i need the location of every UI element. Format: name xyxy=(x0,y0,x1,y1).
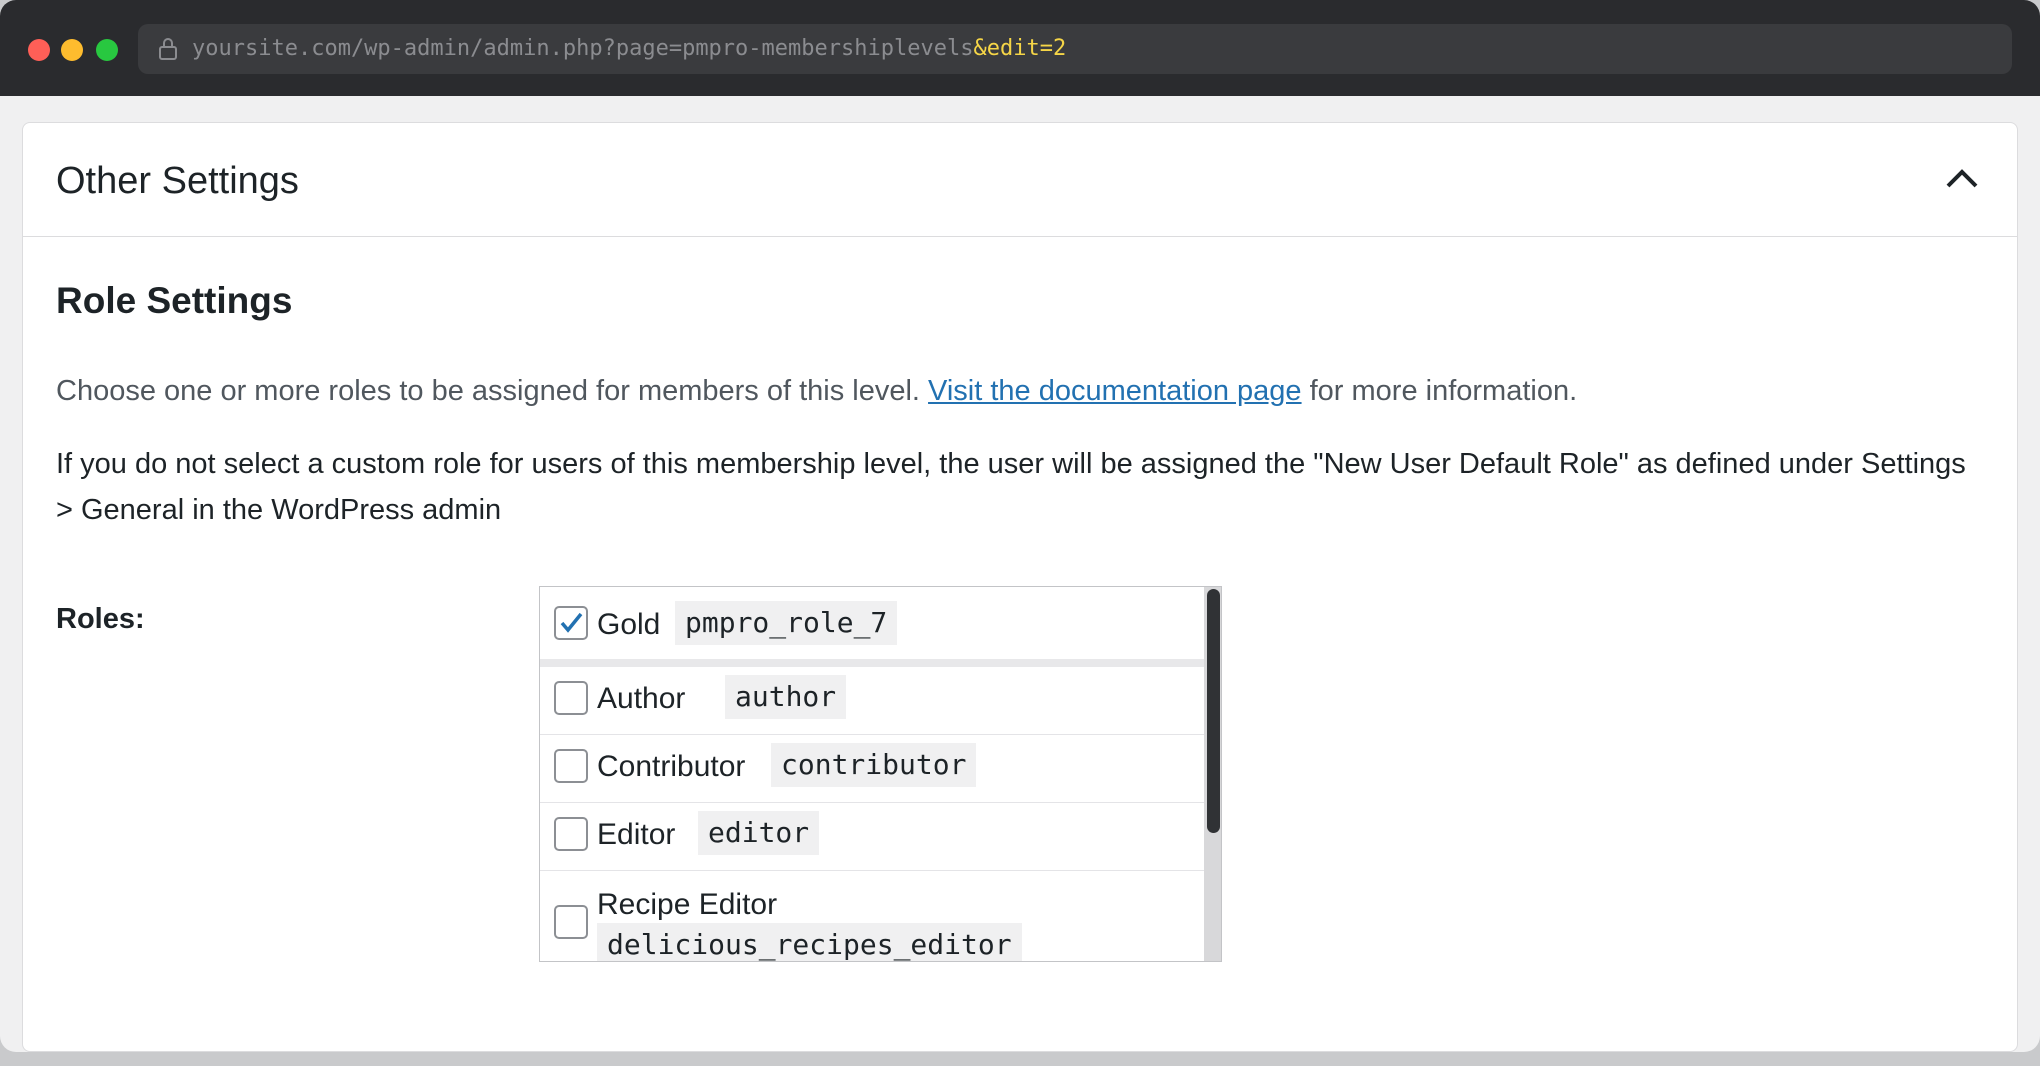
lock-icon xyxy=(159,38,177,60)
panel-title: Other Settings xyxy=(56,160,299,202)
role-slug: pmpro_role_7 xyxy=(675,601,898,645)
desc-after: for more information. xyxy=(1301,375,1578,407)
url-text: yoursite.com/wp-admin/admin.php?page=pmp… xyxy=(192,36,1066,62)
row-separator xyxy=(540,659,1204,667)
role-slug: contributor xyxy=(771,743,977,787)
minimize-window-button[interactable] xyxy=(61,39,83,61)
role-name: Gold xyxy=(597,608,661,641)
panel-header[interactable]: Other Settings xyxy=(23,123,2017,237)
role-checkbox[interactable] xyxy=(554,749,588,783)
browser-titlebar: yoursite.com/wp-admin/admin.php?page=pmp… xyxy=(0,0,2040,96)
other-settings-panel: Other Settings Role Settings Choose one … xyxy=(22,122,2018,1052)
address-bar[interactable]: yoursite.com/wp-admin/admin.php?page=pmp… xyxy=(138,24,2012,74)
role-name: Recipe Editor xyxy=(597,888,778,921)
roles-list[interactable]: Gold pmpro_role_7 Author author Contribu… xyxy=(539,586,1222,962)
role-name: Contributor xyxy=(597,750,746,783)
role-slug: author xyxy=(725,675,847,719)
role-item[interactable]: Contributor contributor xyxy=(540,735,1204,803)
role-item[interactable]: Author author xyxy=(540,667,1204,735)
role-checkbox[interactable] xyxy=(554,817,588,851)
url-main: yoursite.com/wp-admin/admin.php?page=pmp… xyxy=(192,36,974,61)
role-slug: delicious_recipes_editor xyxy=(597,923,1022,961)
default-role-note: If you do not select a custom role for u… xyxy=(56,448,1966,526)
role-description: Choose one or more roles to be assigned … xyxy=(56,373,1577,409)
browser-window: yoursite.com/wp-admin/admin.php?page=pmp… xyxy=(0,0,2040,1052)
desc-before: Choose one or more roles to be assigned … xyxy=(56,375,929,407)
documentation-link[interactable]: Visit the documentation page xyxy=(928,375,1302,407)
roles-label: Roles: xyxy=(56,603,145,635)
role-name: Author xyxy=(597,682,686,715)
chevron-up-icon[interactable] xyxy=(1945,165,1979,189)
role-checkbox[interactable] xyxy=(554,905,588,939)
close-window-button[interactable] xyxy=(28,39,50,61)
maximize-window-button[interactable] xyxy=(96,39,118,61)
role-checkbox[interactable] xyxy=(554,681,588,715)
scrollbar-thumb[interactable] xyxy=(1207,589,1220,833)
role-checkbox[interactable] xyxy=(554,606,588,640)
role-name: Editor xyxy=(597,818,676,851)
section-title: Role Settings xyxy=(56,280,293,321)
checkmark-icon xyxy=(560,612,583,633)
role-slug: editor xyxy=(698,811,820,855)
role-item[interactable]: Gold pmpro_role_7 xyxy=(540,587,1204,667)
role-item[interactable]: Editor editor xyxy=(540,803,1204,871)
role-item[interactable]: Recipe Editor delicious_recipes_editor xyxy=(540,871,1204,961)
url-highlight: &edit=2 xyxy=(973,36,1067,61)
